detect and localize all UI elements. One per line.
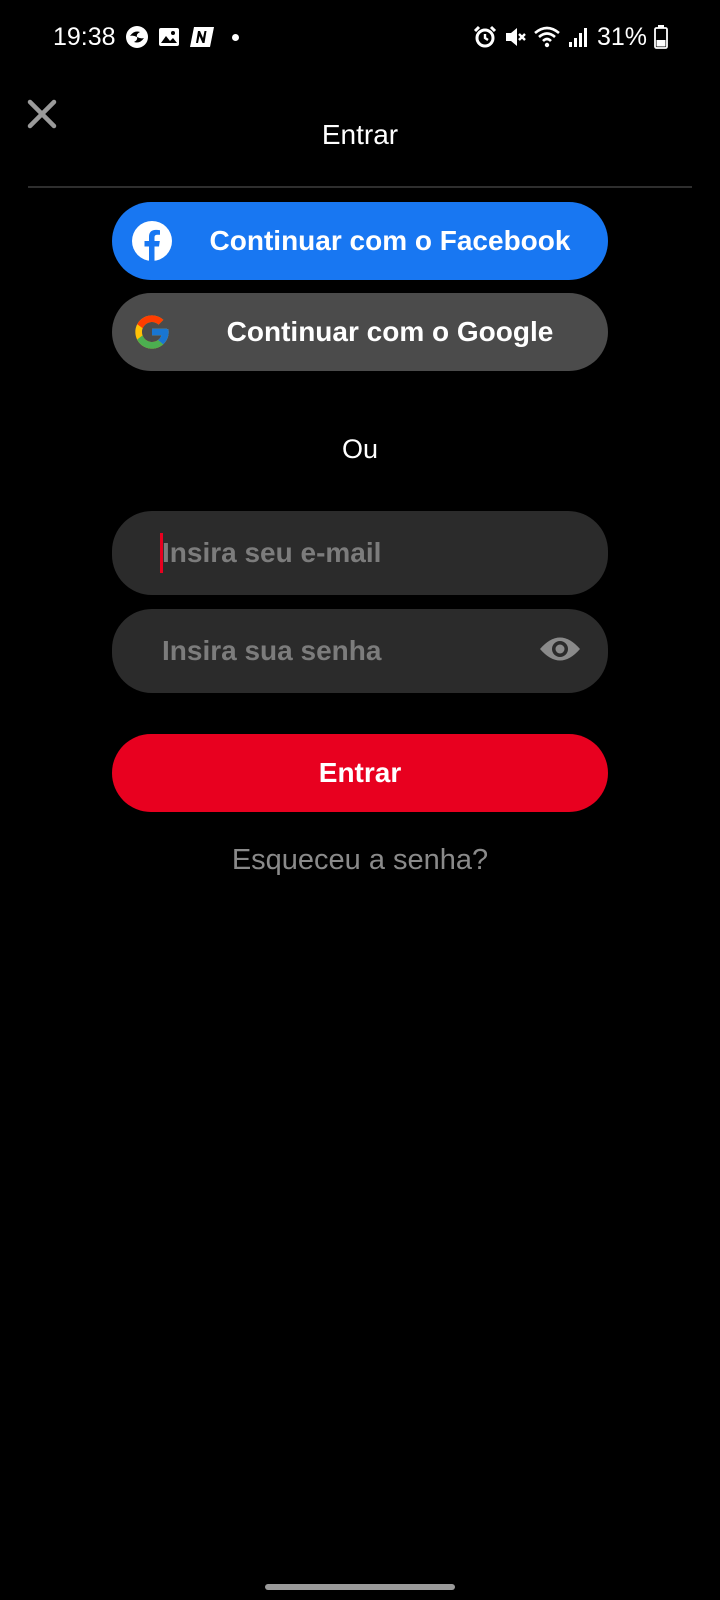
show-password-button[interactable] [538,631,582,671]
password-field[interactable] [162,609,522,693]
pinwheel-icon [125,25,149,49]
signal-icon [568,26,588,48]
google-login-button[interactable]: Continuar com o Google [112,293,608,371]
battery-icon [654,25,668,49]
news-app-icon [189,26,215,48]
wifi-icon [533,25,561,49]
battery-percent: 31% [596,23,647,51]
login-button[interactable]: Entrar [112,734,608,812]
gallery-icon [158,26,180,48]
status-time: 19:38 [53,23,116,51]
email-field-container[interactable] [112,511,608,595]
notification-dot [232,33,239,41]
facebook-login-button[interactable]: Continuar com o Facebook [112,202,608,280]
password-field-container[interactable] [112,609,608,693]
vibrate-mute-icon [504,25,526,49]
header-divider [28,186,692,188]
status-system-icons: 31% [473,20,668,54]
google-login-label: Continuar com o Google [226,316,554,347]
facebook-login-label: Continuar com o Facebook [209,225,571,256]
alarm-icon [473,25,497,49]
google-icon [132,312,172,352]
page-title: Entrar [321,118,399,150]
status-bar: 19:38 31% [0,0,720,74]
forgot-password-link[interactable]: Esqueceu a senha? [0,840,720,880]
eye-icon [538,634,582,669]
home-indicator[interactable] [265,1584,455,1590]
facebook-icon [132,221,172,261]
status-notification-icons [125,24,239,50]
email-field[interactable] [162,511,522,595]
or-separator: Ou [341,434,379,464]
login-button-label: Entrar [318,757,402,788]
